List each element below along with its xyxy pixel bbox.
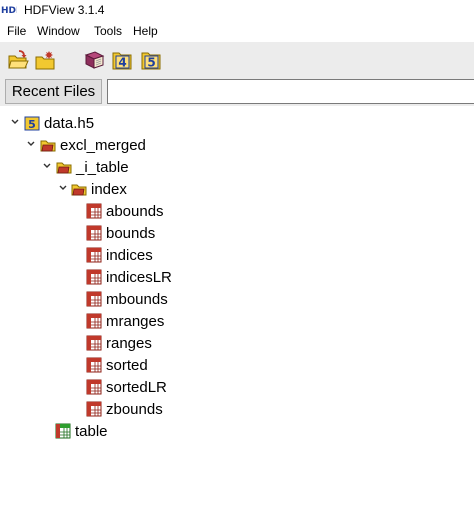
dataset-icon [86,291,102,307]
tree-node-dataset[interactable]: abounds [0,201,200,223]
tree-label: _i_table [76,159,129,176]
tree-label: index [91,181,127,198]
tree-label: mranges [106,313,165,330]
hdf5-library-icon: 5 [141,52,161,70]
new-file-button[interactable] [34,49,56,71]
dataset-icon [86,335,102,351]
tree-node-dataset[interactable]: zbounds [0,399,200,421]
tree-label: ranges [106,335,152,352]
dataset-icon [86,269,102,285]
dataset-icon [86,203,102,219]
compound-table-icon [55,423,71,439]
help-button[interactable] [83,49,105,71]
tree-node-dataset[interactable]: bounds [0,223,200,245]
chevron-down-icon[interactable] [26,139,36,149]
tree-label: sorted [106,357,148,374]
dataset-icon [86,379,102,395]
tree-node-dataset[interactable]: indicesLR [0,267,200,289]
title-bar: HDF HDFView 3.1.4 [0,0,474,20]
menu-window[interactable]: Window [37,24,80,38]
svg-text:5: 5 [147,56,155,70]
new-folder-icon [35,51,55,70]
group-folder-icon [56,162,72,174]
tree-node-root[interactable]: 5 data.h5 [0,113,200,135]
hdf4-library-button[interactable]: 4 [111,49,133,71]
tree-node-table[interactable]: table [0,421,200,443]
menu-bar: File Window Tools Help [0,20,474,42]
tree-label: data.h5 [44,115,95,132]
tree-label: table [75,423,108,440]
tree-node-index[interactable]: index [0,179,200,201]
dataset-icon [86,401,102,417]
dataset-icon [86,357,102,373]
dataset-icon [86,225,102,241]
svg-text:HDF: HDF [1,6,17,14]
tree-label: abounds [106,203,164,220]
menu-tools[interactable]: Tools [94,24,122,38]
tree-node-dataset[interactable]: mranges [0,311,200,333]
file-path-field[interactable] [107,79,474,104]
svg-text:5: 5 [28,118,36,131]
hdf5-file-icon: 5 [24,116,40,131]
tree-node-dataset[interactable]: indices [0,245,200,267]
file-tree: 5 data.h5 excl_merged _i_table index abo… [0,106,474,514]
tree-label: indicesLR [106,269,172,286]
tree-node-i-table[interactable]: _i_table [0,157,200,179]
svg-text:4: 4 [118,56,126,70]
tree-label: excl_merged [60,137,146,154]
tree-label: zbounds [106,401,163,418]
window-title: HDFView 3.1.4 [24,3,105,17]
open-file-button[interactable] [7,49,29,71]
menu-help[interactable]: Help [133,24,158,38]
hdf4-library-icon: 4 [112,52,132,70]
tree-node-dataset[interactable]: sortedLR [0,377,200,399]
menu-file[interactable]: File [7,24,26,38]
recent-files-button[interactable]: Recent Files [5,79,102,104]
tree-node-dataset[interactable]: ranges [0,333,200,355]
open-folder-icon [8,50,29,69]
hdf-logo-icon: HDF [1,6,17,14]
dataset-icon [86,313,102,329]
help-book-icon [84,51,105,69]
tree-node-dataset[interactable]: sorted [0,355,200,377]
chevron-down-icon[interactable] [58,183,68,193]
dataset-icon [86,247,102,263]
tree-label: indices [106,247,153,264]
group-folder-icon [71,184,87,196]
recent-files-bar: Recent Files [0,76,474,106]
chevron-down-icon[interactable] [42,161,52,171]
tree-node-dataset[interactable]: mbounds [0,289,200,311]
hdf5-library-button[interactable]: 5 [140,49,162,71]
chevron-down-icon[interactable] [10,117,20,127]
tree-node-excl-merged[interactable]: excl_merged [0,135,200,157]
group-folder-icon [40,140,56,152]
toolbar: 4 5 [0,42,474,76]
tree-label: bounds [106,225,156,242]
tree-label: mbounds [106,291,168,308]
tree-label: sortedLR [106,379,167,396]
